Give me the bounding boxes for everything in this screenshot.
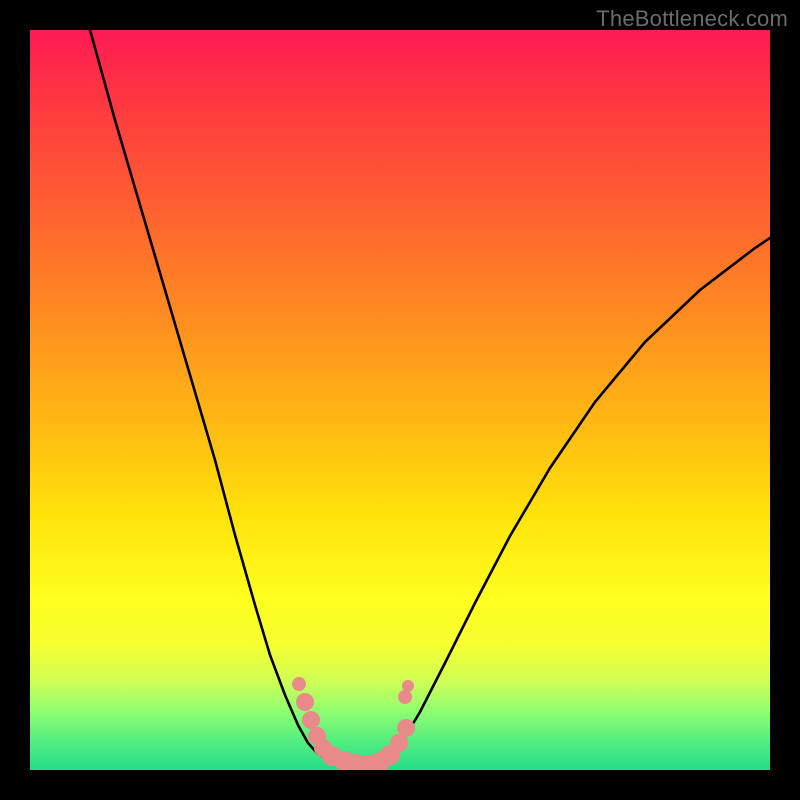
watermark-text: TheBottleneck.com: [596, 6, 788, 32]
bottleneck-curve: [90, 30, 770, 767]
curve-layer: [30, 30, 770, 770]
data-marker: [398, 690, 412, 704]
data-markers: [292, 677, 415, 770]
data-marker: [397, 719, 415, 737]
data-marker: [302, 711, 320, 729]
chart-frame: TheBottleneck.com: [0, 0, 800, 800]
data-marker: [292, 677, 306, 691]
data-marker: [402, 680, 414, 692]
data-marker: [296, 693, 314, 711]
plot-area: [30, 30, 770, 770]
